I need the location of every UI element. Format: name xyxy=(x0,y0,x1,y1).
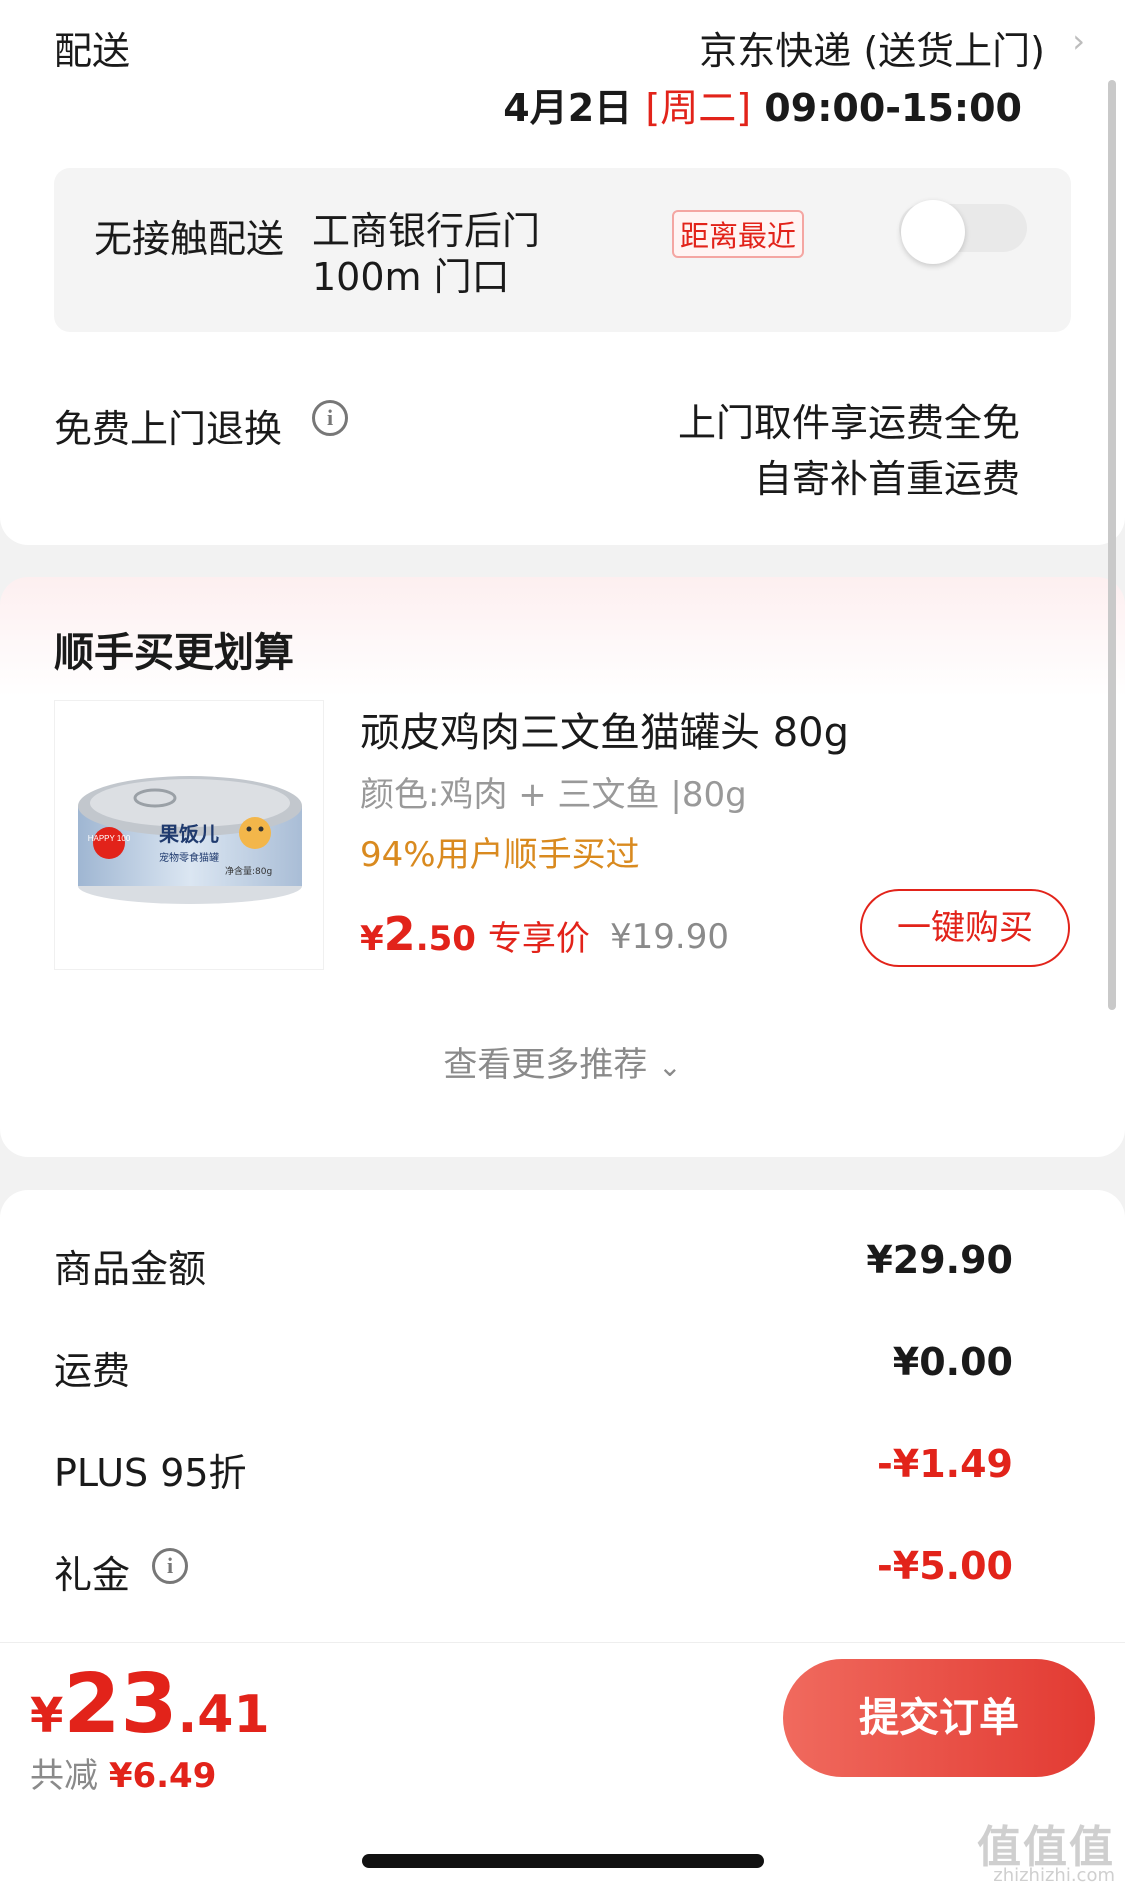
product-name[interactable]: 顽皮鸡肉三文鱼猫罐头 80g xyxy=(360,700,849,758)
cat-food-can-illustration: HAPPY 100 果饭儿 宠物零食猫罐 净含量:80g xyxy=(78,776,302,904)
contactless-location: 工商银行后门 100m 门口 xyxy=(312,209,541,299)
delivery-label: 配送 xyxy=(54,29,131,73)
saved-value: ¥6.49 xyxy=(108,1756,217,1796)
saved-prefix: 共减 xyxy=(30,1756,109,1796)
info-icon[interactable]: i xyxy=(312,400,348,436)
product-bought-rate: 94%用户顺手买过 xyxy=(360,835,640,875)
delivery-card: 配送 京东快递 (送货上门) › 4月2日 [周二] 09:00-15:00 无… xyxy=(0,0,1125,545)
contactless-title: 无接触配送 xyxy=(94,217,285,261)
scrollbar[interactable] xyxy=(1108,80,1116,1010)
home-indicator[interactable] xyxy=(362,1854,764,1868)
price-integer: 2 xyxy=(383,907,416,961)
total-saved: 共减 ¥6.49 xyxy=(30,1748,216,1797)
shipping-label: 运费 xyxy=(54,1349,131,1393)
chevron-right-icon[interactable]: › xyxy=(1072,22,1085,60)
contactless-delivery-box: 无接触配送 工商银行后门 100m 门口 距离最近 xyxy=(54,168,1071,332)
delivery-weekday: [周二] xyxy=(645,86,752,130)
price-currency: ¥ xyxy=(360,919,384,959)
can-subtitle: 宠物零食猫罐 xyxy=(159,851,219,864)
submit-order-button[interactable]: 提交订单 xyxy=(783,1659,1095,1777)
shipping-value: ¥0.00 xyxy=(892,1340,1013,1384)
recommendation-title: 顺手买更划算 xyxy=(54,630,294,676)
one-click-buy-button[interactable]: 一键购买 xyxy=(860,889,1070,967)
product-price: ¥2.50 专享价 xyxy=(360,907,590,961)
plus-discount-label: PLUS 95折 xyxy=(54,1451,247,1495)
recommendation-card: 顺手买更划算 HAPPY 100 果饭儿 宠物零食猫罐 净含量:80g 顽皮鸡肉… xyxy=(0,577,1125,1157)
total-decimal: .41 xyxy=(177,1685,270,1745)
product-image[interactable]: HAPPY 100 果饭儿 宠物零食猫罐 净含量:80g xyxy=(54,700,324,970)
price-tag: 专享价 xyxy=(487,919,590,959)
toggle-knob xyxy=(901,200,965,264)
gift-money-label: 礼金 xyxy=(54,1553,131,1597)
total-price: ¥23.41 xyxy=(30,1657,270,1752)
delivery-time: 09:00-15:00 xyxy=(751,86,1022,130)
original-price: ¥19.90 xyxy=(610,917,729,957)
info-icon[interactable]: i xyxy=(152,1548,188,1584)
checkout-bar: ¥23.41 共减 ¥6.49 提交订单 值值值 zhizhizhi.com xyxy=(0,1642,1125,1895)
view-more-recommendations[interactable]: 查看更多推荐 ⌄ xyxy=(0,1037,1125,1086)
price-decimal: .50 xyxy=(415,919,476,959)
watermark-url: zhizhizhi.com xyxy=(993,1865,1115,1886)
chevron-down-icon: ⌄ xyxy=(658,1050,682,1083)
plus-discount-value: -¥1.49 xyxy=(877,1442,1013,1486)
can-weight: 净含量:80g xyxy=(225,865,272,877)
view-more-label: 查看更多推荐 xyxy=(443,1045,648,1085)
gift-money-value: -¥5.00 xyxy=(877,1544,1013,1588)
free-return-line1: 上门取件享运费全免 xyxy=(677,401,1020,445)
delivery-date-text: 4月2日 xyxy=(503,86,646,130)
free-return-line2: 自寄补首重运费 xyxy=(753,457,1020,501)
can-brand: HAPPY 100 xyxy=(88,834,131,843)
can-title: 果饭儿 xyxy=(159,822,219,846)
free-return-label: 免费上门退换 xyxy=(54,407,283,451)
contactless-toggle[interactable] xyxy=(899,200,1027,264)
carrier-name[interactable]: 京东快递 (送货上门) xyxy=(699,20,1045,75)
product-spec: 颜色:鸡肉 + 三文鱼 |80g xyxy=(360,775,747,815)
total-currency: ¥ xyxy=(30,1688,64,1744)
goods-amount-label: 商品金额 xyxy=(54,1247,207,1291)
goods-amount-value: ¥29.90 xyxy=(866,1238,1013,1282)
delivery-date[interactable]: 4月2日 [周二] 09:00-15:00 xyxy=(503,77,1022,132)
nearest-badge: 距离最近 xyxy=(672,210,805,258)
total-integer: 23 xyxy=(63,1657,178,1752)
